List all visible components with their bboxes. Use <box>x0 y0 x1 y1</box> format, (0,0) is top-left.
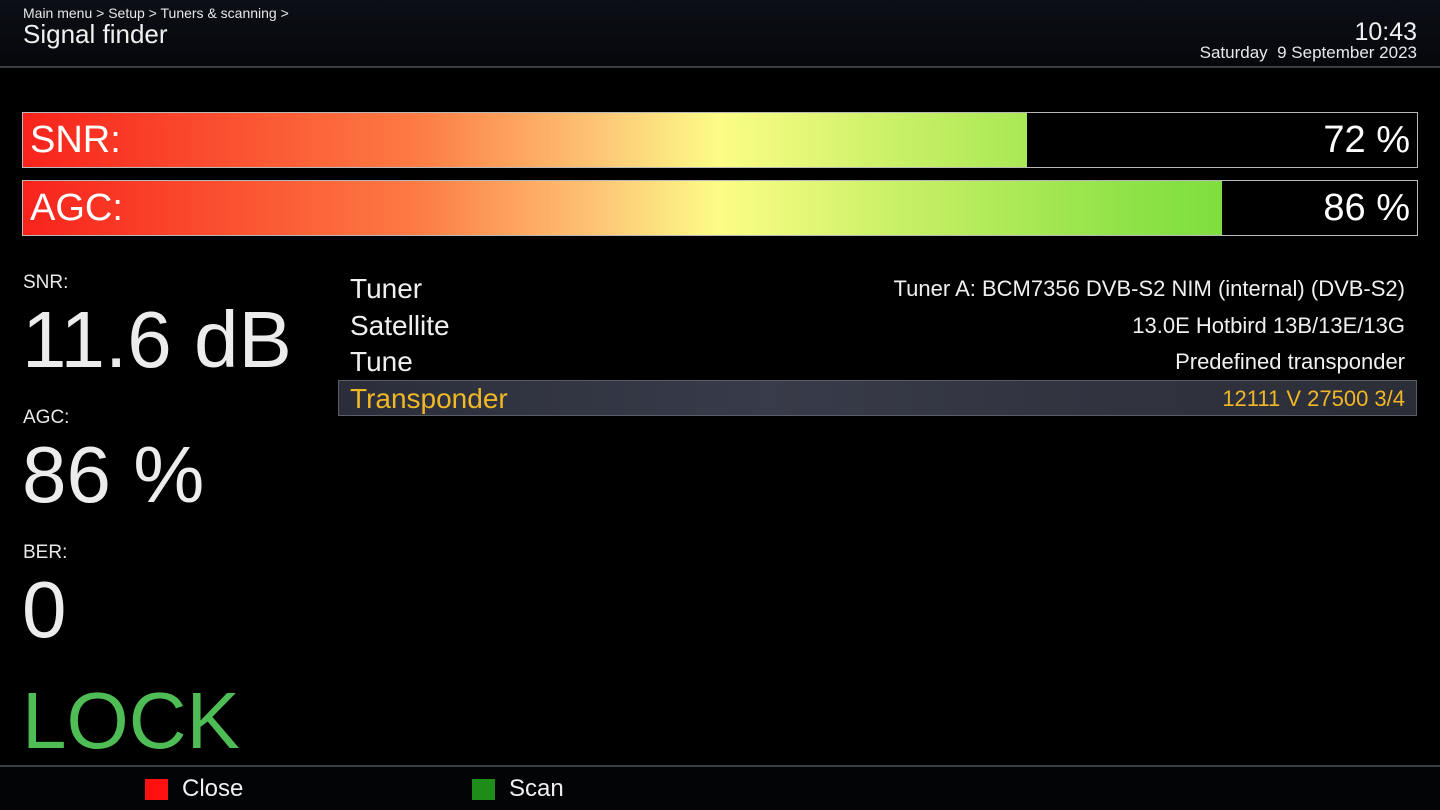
info-key: Tuner <box>350 273 423 304</box>
tuner-info-list[interactable]: Tuner Tuner A: BCM7356 DVB-S2 NIM (inter… <box>338 270 1417 416</box>
agc-label: AGC: <box>23 407 70 428</box>
scan-button-label: Scan <box>509 775 564 802</box>
snr-bar: SNR: 72 % <box>22 112 1418 168</box>
info-row-transponder[interactable]: Transponder 12111 V 27500 3/4 <box>338 379 1417 416</box>
date: Saturday 9 September 2023 <box>1199 43 1417 62</box>
info-row-tune[interactable]: Tune Predefined transponder <box>338 343 1417 380</box>
info-row-tuner[interactable]: Tuner Tuner A: BCM7356 DVB-S2 NIM (inter… <box>338 270 1417 307</box>
info-key: Tune <box>350 346 413 377</box>
agc-value: 86 % <box>22 430 205 519</box>
info-value: 13.0E Hotbird 13B/13E/13G <box>1132 312 1405 338</box>
info-value: Tuner A: BCM7356 DVB-S2 NIM (internal) (… <box>893 276 1405 301</box>
snr-bar-value: 72 % <box>1323 119 1410 161</box>
info-key: Satellite <box>350 309 450 341</box>
info-value: Predefined transponder <box>1175 349 1405 374</box>
ber-label: BER: <box>23 542 68 563</box>
agc-bar-label: AGC: <box>30 187 123 229</box>
agc-bar-value: 86 % <box>1323 187 1410 229</box>
red-key-icon <box>145 778 168 800</box>
snr-label: SNR: <box>23 272 69 293</box>
scan-button[interactable]: Scan <box>472 773 564 805</box>
close-button-label: Close <box>182 775 244 802</box>
info-row-satellite[interactable]: Satellite 13.0E Hotbird 13B/13E/13G <box>338 307 1417 344</box>
footer: Close Scan <box>0 765 1440 810</box>
lock-status: LOCK <box>22 676 240 765</box>
ber-value: 0 <box>22 565 67 654</box>
header: Main menu > Setup > Tuners & scanning > … <box>0 0 1440 68</box>
page-title: Signal finder <box>23 19 168 49</box>
agc-bar: AGC: 86 % <box>22 180 1418 236</box>
agc-bar-fill <box>23 181 1222 235</box>
snr-bar-label: SNR: <box>30 119 121 161</box>
close-button[interactable]: Close <box>145 773 243 805</box>
signal-finder-screen: Main menu > Setup > Tuners & scanning > … <box>0 0 1440 810</box>
snr-bar-fill <box>23 113 1027 167</box>
snr-value: 11.6 dB <box>22 295 292 384</box>
green-key-icon <box>472 778 495 800</box>
info-value: 12111 V 27500 3/4 <box>1222 385 1405 411</box>
info-key: Transponder <box>350 382 508 414</box>
